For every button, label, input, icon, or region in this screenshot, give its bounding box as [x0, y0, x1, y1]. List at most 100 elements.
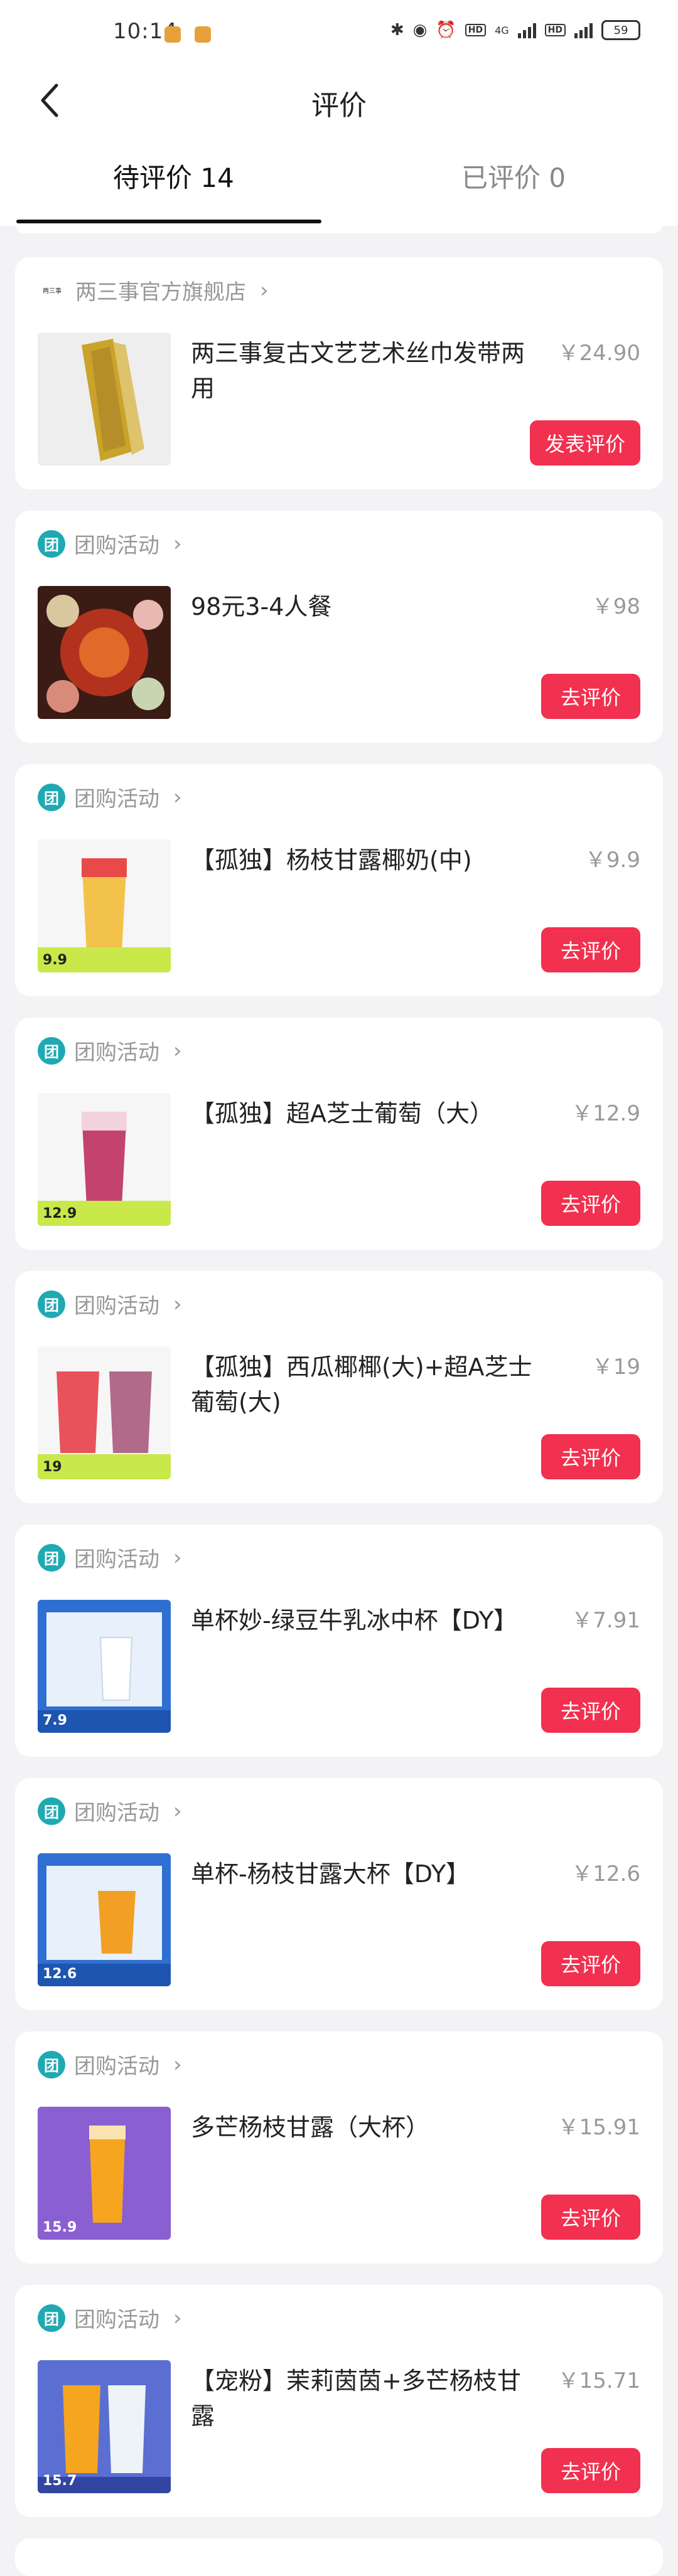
- card-source[interactable]: 团 团购活动 ›: [38, 1289, 182, 1319]
- source-label: 团购活动: [74, 2307, 159, 2333]
- price-badge: 15.7: [43, 2472, 77, 2489]
- status-icons: ✱ ◉ ⏰ HD 4G HD 59: [390, 20, 640, 40]
- chevron-right-icon: ›: [173, 2052, 182, 2077]
- product-name[interactable]: 【孤独】西瓜椰椰(大)+超A芝士葡萄(大): [191, 1349, 542, 1420]
- product-name[interactable]: 两三事复古文艺艺术丝巾发带两用: [191, 336, 542, 406]
- group-buy-icon: 团: [38, 1290, 65, 1318]
- hd-icon: HD: [465, 24, 487, 36]
- write-review-button[interactable]: 去评价: [541, 1181, 640, 1226]
- card-source[interactable]: 团 团购活动 ›: [38, 1796, 182, 1826]
- write-review-button[interactable]: 发表评价: [529, 420, 640, 466]
- chevron-right-icon: ›: [173, 1545, 182, 1570]
- product-image[interactable]: 19: [38, 1346, 171, 1479]
- group-buy-icon: 团: [38, 783, 65, 811]
- review-card-partial: [15, 2538, 663, 2576]
- product-name[interactable]: 【宠粉】茉莉茵茵+多芒杨枝甘露: [191, 2363, 542, 2434]
- card-source[interactable]: 团 团购活动 ›: [38, 528, 182, 559]
- page-title: 评价: [311, 90, 367, 122]
- product-name[interactable]: 【孤独】超A芝士葡萄（大）: [191, 1096, 542, 1131]
- header: 评价: [0, 69, 678, 132]
- card-source[interactable]: 团 团购活动 ›: [38, 1542, 182, 1573]
- product-name[interactable]: 多芒杨枝甘露（大杯）: [191, 2110, 542, 2145]
- source-label: 团购活动: [74, 1547, 159, 1572]
- tab-reviewed[interactable]: 已评价 0: [461, 157, 566, 195]
- source-label: 团购活动: [74, 2054, 159, 2079]
- card-source[interactable]: 团 团购活动 ›: [38, 2049, 182, 2080]
- battery-icon: 59: [601, 20, 640, 40]
- source-label: 团购活动: [74, 1040, 159, 1065]
- group-buy-icon: 团: [38, 2304, 65, 2332]
- group-buy-icon: 团: [38, 1036, 65, 1065]
- review-card: 团 团购活动 › 9.9 【孤独】杨枝甘露椰奶(中) ￥9.9 去评价: [15, 764, 663, 996]
- chevron-right-icon: ›: [173, 1798, 182, 1824]
- notification-icon: [195, 26, 211, 43]
- review-card: 团 团购活动 › 19 【孤独】西瓜椰椰(大)+超A芝士葡萄(大) ￥19 去评…: [15, 1271, 663, 1503]
- card-source[interactable]: 两三事 两三事官方旗舰店 ›: [38, 275, 269, 306]
- price-badge: 12.6: [43, 1966, 77, 1982]
- write-review-button[interactable]: 去评价: [541, 1688, 640, 1733]
- chevron-right-icon: ›: [173, 1291, 182, 1317]
- write-review-button[interactable]: 去评价: [541, 2195, 640, 2240]
- hd-icon: HD: [544, 24, 566, 36]
- chevron-right-icon: ›: [173, 1038, 182, 1063]
- product-image[interactable]: 9.9: [38, 839, 171, 972]
- mute-icon: ◉: [412, 21, 428, 40]
- signal-icon: [574, 22, 593, 38]
- product-name[interactable]: 单杯妙-绿豆牛乳冰中杯【DY】: [191, 1603, 542, 1638]
- source-label: 团购活动: [74, 1294, 159, 1319]
- review-card: 团 团购活动 › 12.6 单杯-杨枝甘露大杯【DY】 ￥12.6 去评价: [15, 1778, 663, 2010]
- card-edge: [16, 226, 662, 233]
- write-review-button[interactable]: 去评价: [541, 1941, 640, 1986]
- product-image[interactable]: 12.9: [38, 1093, 171, 1226]
- product-image[interactable]: [38, 586, 171, 719]
- product-image[interactable]: 15.7: [38, 2360, 171, 2493]
- price-badge: 9.9: [43, 952, 67, 968]
- write-review-button[interactable]: 去评价: [541, 1434, 640, 1479]
- network-label: 4G: [495, 24, 509, 36]
- product-price: ￥12.9: [571, 1101, 640, 1126]
- chevron-right-icon: ›: [260, 277, 269, 303]
- group-buy-icon: 团: [38, 2050, 65, 2078]
- shop-logo-icon: 两三事: [43, 288, 62, 295]
- group-buy-icon: 团: [38, 1543, 65, 1572]
- card-source[interactable]: 团 团购活动 ›: [38, 1035, 182, 1066]
- product-price: ￥12.6: [571, 1861, 640, 1887]
- write-review-button[interactable]: 去评价: [541, 2448, 640, 2493]
- price-badge: 12.9: [43, 1205, 77, 1221]
- chevron-right-icon: ›: [173, 531, 182, 556]
- product-name[interactable]: 98元3-4人餐: [191, 589, 542, 624]
- product-name[interactable]: 单杯-杨枝甘露大杯【DY】: [191, 1856, 542, 1892]
- price-badge: 7.9: [43, 1712, 67, 1728]
- product-name[interactable]: 【孤独】杨枝甘露椰奶(中): [191, 843, 542, 878]
- write-review-button[interactable]: 去评价: [541, 674, 640, 719]
- source-label: 团购活动: [74, 1801, 159, 1826]
- bluetooth-icon: ✱: [390, 21, 404, 40]
- review-card: 团 团购活动 › 15.7 【宠粉】茉莉茵茵+多芒杨枝甘露 ￥15.71 去评价: [15, 2285, 663, 2517]
- product-image[interactable]: 15.9: [38, 2107, 171, 2240]
- price-badge: 15.9: [43, 2219, 77, 2235]
- product-price: ￥15.71: [557, 2368, 640, 2393]
- tab-bar: 待评价 14 已评价 0: [0, 132, 678, 226]
- card-source[interactable]: 团 团购活动 ›: [38, 782, 182, 812]
- review-card: 两三事 两三事官方旗舰店 › 两三事复古文艺艺术丝巾发带两用 ￥24.90 发表…: [15, 257, 663, 489]
- tab-pending-review[interactable]: 待评价 14: [113, 157, 234, 195]
- source-label: 团购活动: [74, 533, 159, 558]
- chevron-right-icon: ›: [173, 2305, 182, 2331]
- write-review-button[interactable]: 去评价: [541, 927, 640, 972]
- product-price: ￥24.90: [557, 341, 640, 366]
- review-card: 团 团购活动 › 15.9 多芒杨枝甘露（大杯） ￥15.91 去评价: [15, 2031, 663, 2264]
- review-card: 团 团购活动 › 7.9 单杯妙-绿豆牛乳冰中杯【DY】 ￥7.91 去评价: [15, 1525, 663, 1757]
- signal-icon: [517, 22, 536, 38]
- product-price: ￥9.9: [584, 848, 640, 873]
- card-source[interactable]: 团 团购活动 ›: [38, 2302, 182, 2333]
- group-buy-icon: 团: [38, 530, 65, 558]
- product-image[interactable]: [38, 333, 171, 466]
- chevron-right-icon: ›: [173, 784, 182, 810]
- review-card: 团 团购活动 › 12.9 【孤独】超A芝士葡萄（大） ￥12.9 去评价: [15, 1018, 663, 1250]
- notification-icon: [164, 26, 181, 43]
- group-buy-icon: 团: [38, 1797, 65, 1825]
- product-image[interactable]: 7.9: [38, 1600, 171, 1733]
- product-image[interactable]: 12.6: [38, 1853, 171, 1986]
- active-tab-indicator: [16, 220, 321, 223]
- alarm-icon: ⏰: [436, 21, 456, 40]
